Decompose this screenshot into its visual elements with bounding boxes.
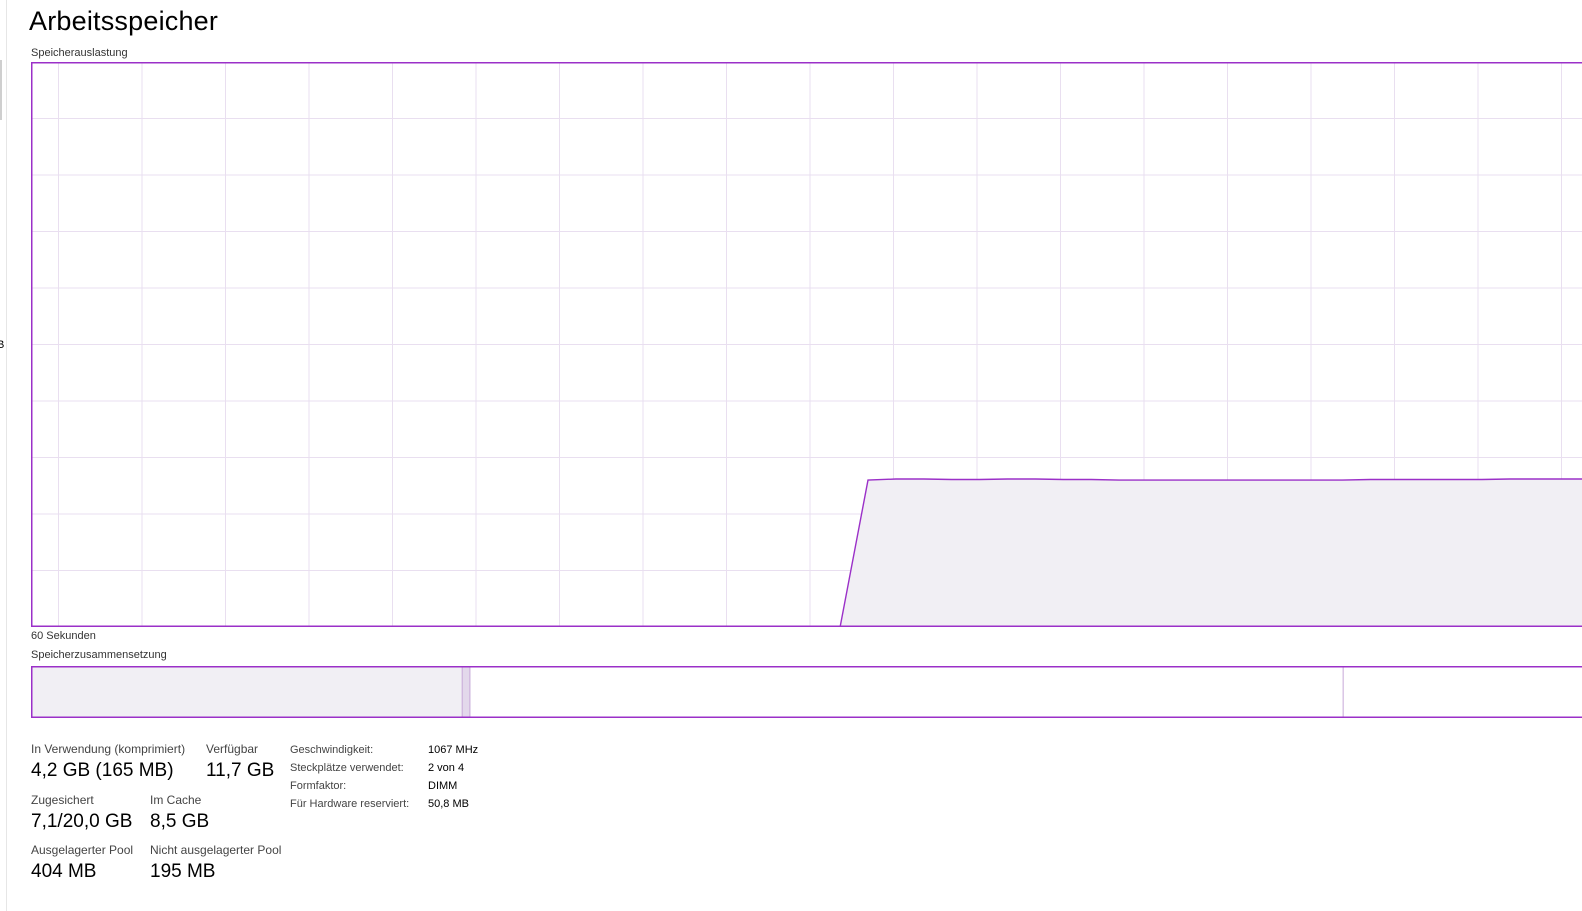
memory-performance-page: B Arbeitsspeicher Speicherauslastung 60 … (0, 0, 1582, 911)
stat-nonpaged-pool-value: 195 MB (150, 861, 216, 882)
stat-cached-label: Im Cache (150, 793, 202, 807)
composition-segment-free (1343, 666, 1582, 718)
info-speed-value: 1067 MHz (428, 744, 479, 756)
left-panel-cut-text: B (0, 339, 5, 351)
stat-cached: Im Cache 8,5 GB (150, 793, 209, 833)
left-panel-scroll-tick (0, 60, 2, 120)
hardware-info-table: Geschwindigkeit: 1067 MHz Steckplätze ve… (290, 741, 478, 813)
memory-usage-graph-svg (31, 62, 1582, 627)
info-hardware-reserved-key: Für Hardware reserviert: (290, 798, 410, 810)
stat-nonpaged-pool: Nicht ausgelagerter Pool 195 MB (150, 843, 281, 883)
info-row-hardware-reserved: Für Hardware reserviert: 50,8 MB (290, 795, 478, 813)
info-row-form-factor: Formfaktor: DIMM (290, 777, 478, 795)
info-slots-key: Steckplätze verwendet: (290, 762, 404, 774)
stat-paged-pool-value: 404 MB (31, 861, 97, 882)
stat-in-use-label: In Verwendung (komprimiert) (31, 742, 186, 756)
composition-segment-standby (469, 666, 1344, 718)
info-slots-value: 2 von 4 (428, 762, 465, 774)
info-row-speed: Geschwindigkeit: 1067 MHz (290, 741, 478, 759)
info-hardware-reserved-value: 50,8 MB (428, 798, 469, 810)
info-row-slots: Steckplätze verwendet: 2 von 4 (290, 759, 478, 777)
stat-available: Verfügbar 11,7 GB (206, 742, 274, 782)
memory-composition-bar-svg (31, 666, 1582, 718)
stat-cached-value: 8,5 GB (150, 811, 210, 832)
time-span-label: 60 Sekunden (31, 630, 96, 642)
usage-graph-label: Speicherauslastung (31, 47, 128, 59)
usage-area (31, 479, 1582, 627)
stat-available-value: 11,7 GB (206, 760, 275, 781)
info-form-factor-key: Formfaktor: (290, 780, 347, 792)
stat-committed-label: Zugesichert (31, 793, 94, 807)
stat-paged-pool: Ausgelagerter Pool 404 MB (31, 843, 133, 883)
stat-in-use-value: 4,2 GB (165 MB) (31, 760, 174, 781)
composition-segment-in-use (31, 666, 463, 718)
stat-paged-pool-label: Ausgelagerter Pool (31, 843, 134, 857)
memory-usage-graph (31, 62, 1582, 627)
stat-in-use: In Verwendung (komprimiert) 4,2 GB (165 … (31, 742, 185, 782)
stat-committed-value: 7,1/20,0 GB (31, 811, 133, 832)
page-title: Arbeitsspeicher (29, 6, 219, 36)
left-panel-edge[interactable]: B (0, 0, 7, 911)
stat-nonpaged-pool-label: Nicht ausgelagerter Pool (150, 843, 282, 857)
info-form-factor-value: DIMM (428, 780, 458, 792)
info-speed-key: Geschwindigkeit: (290, 744, 374, 756)
memory-composition-bar (31, 666, 1582, 718)
stat-committed: Zugesichert 7,1/20,0 GB (31, 793, 132, 833)
composition-segment-modified (462, 666, 470, 718)
stat-available-label: Verfügbar (206, 742, 259, 756)
composition-label: Speicherzusammensetzung (31, 649, 167, 661)
